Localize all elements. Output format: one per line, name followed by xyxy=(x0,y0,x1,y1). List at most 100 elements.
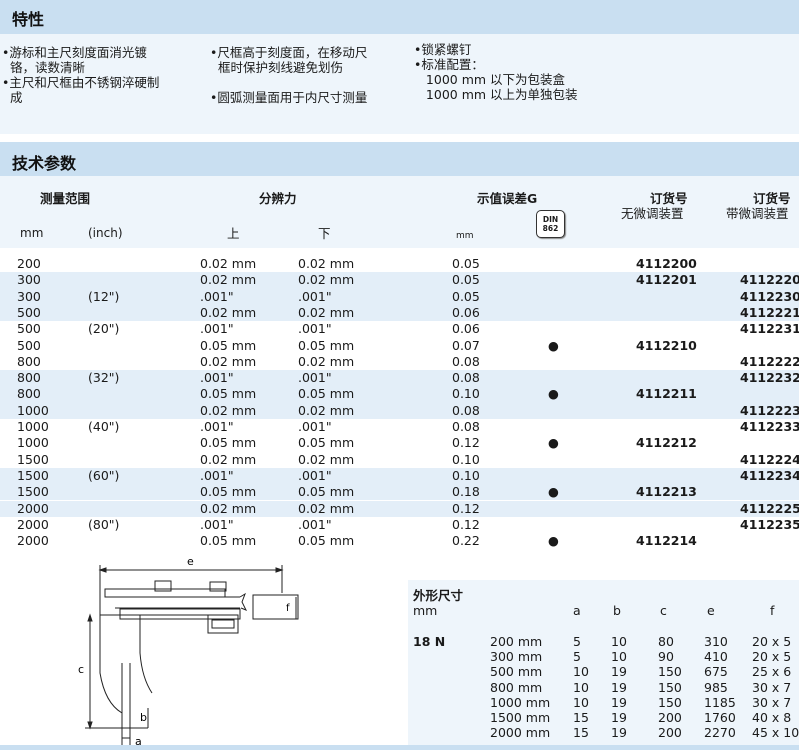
cell-down: 0.02 mm xyxy=(298,272,355,288)
dim-cell-b: 19 xyxy=(611,710,627,725)
table-row: 2000 0.02 mm 0.02 mm 0.12 4112225 xyxy=(0,500,799,517)
cell-o1: 4112213 xyxy=(636,484,697,500)
cell-o2: 4112230 xyxy=(740,288,799,304)
din-badge: DIN 862 xyxy=(536,210,565,238)
cell-up: 0.05 mm xyxy=(200,484,257,500)
dim-cell-e: 410 xyxy=(704,649,728,665)
cell-up: 0.02 mm xyxy=(200,402,257,418)
dim-col-b: b xyxy=(613,603,621,618)
feature-line: •圆弧测量面用于内尺寸测量 xyxy=(210,90,368,105)
cell-range: 1000 xyxy=(17,402,49,418)
cell-range: 800 xyxy=(17,386,41,402)
cell-o2: 4112231 xyxy=(740,321,799,337)
din-line2: 862 xyxy=(542,224,559,233)
cell-range: 800 xyxy=(17,353,41,369)
dim-cell-c: 150 xyxy=(658,664,682,680)
cell-up: .001" xyxy=(200,370,234,386)
dim-cell-size: 200 mm xyxy=(490,634,543,649)
feature-line: •游标和主尺刻度面消光镀 xyxy=(2,45,147,60)
features-band: 特性 xyxy=(0,0,799,34)
specs-band: 技术参数 xyxy=(0,142,799,176)
dim-cell-a: 10 xyxy=(573,679,589,695)
dim-cell-size: 300 mm xyxy=(490,649,543,665)
cell-o2: 4112224 xyxy=(740,451,799,467)
header-error-mm: mm xyxy=(456,231,474,241)
table-row: 200 0.02 mm 0.02 mm 0.05 4112200 xyxy=(0,256,799,272)
cell-dot: ● xyxy=(548,386,559,402)
features-col3: •锁紧螺钉 •标准配置： 1000 mm 以下为包装盒 1000 mm 以上为单… xyxy=(414,42,578,102)
cell-inch: (32") xyxy=(88,370,120,386)
cell-dot: ● xyxy=(548,484,559,500)
header-order-with-adjust: 订货号 xyxy=(753,191,791,206)
feature-line: •主尺和尺框由不锈钢淬硬制 xyxy=(2,75,160,90)
cell-g: 0.06 xyxy=(452,304,480,320)
feature-line xyxy=(210,75,367,90)
dim-cell-size: 2000 mm xyxy=(490,725,551,741)
cell-range: 1500 xyxy=(17,467,49,483)
dim-row: 200 mm 5 10 80 310 20 x 5 xyxy=(408,634,799,649)
dim-col-a: a xyxy=(573,603,581,618)
cell-down: .001" xyxy=(298,419,332,434)
dim-cell-e: 1760 xyxy=(704,710,736,725)
cell-dot: ● xyxy=(548,435,559,451)
cell-range: 500 xyxy=(17,304,41,320)
dim-row: 1500 mm 15 19 200 1760 40 x 8 xyxy=(408,710,799,725)
cell-down: 0.02 mm xyxy=(298,500,355,516)
dim-cell-size: 1500 mm xyxy=(490,710,551,725)
header-error: 示值误差G xyxy=(477,191,538,206)
cell-range: 1500 xyxy=(17,484,49,500)
dim-row: 300 mm 5 10 90 410 20 x 5 xyxy=(408,649,799,664)
cell-g: 0.12 xyxy=(452,516,480,532)
cell-down: 0.05 mm xyxy=(298,484,355,500)
dim-cell-b: 19 xyxy=(611,694,627,710)
dim-cell-f: 20 x 5 xyxy=(752,634,792,649)
cell-g: 0.10 xyxy=(452,451,480,467)
cell-dot: ● xyxy=(548,533,559,549)
cell-up: 0.02 mm xyxy=(200,272,257,288)
cell-g: 0.18 xyxy=(452,484,480,500)
dim-cell-a: 10 xyxy=(573,664,589,680)
dim-cell-b: 10 xyxy=(611,634,627,649)
cell-inch: (20") xyxy=(88,321,120,337)
table-row: 500 (20") .001" .001" 0.06 4112231 xyxy=(0,321,799,337)
cell-up: .001" xyxy=(200,419,234,434)
cell-down: 0.02 mm xyxy=(298,451,355,467)
cell-dot: ● xyxy=(548,337,559,353)
cell-up: .001" xyxy=(200,288,234,304)
dim-cell-c: 90 xyxy=(658,649,674,665)
features-col2: •尺框高于刻度面，在移动尺 框时保护刻线避免划伤 •圆弧测量面用于内尺寸测量 xyxy=(210,45,367,105)
dim-cell-f: 30 x 7 xyxy=(752,694,792,710)
dim-cell-e: 310 xyxy=(704,634,728,649)
table-row: 500 0.05 mm 0.05 mm 0.07 ● 4112210 xyxy=(0,338,799,354)
feature-line: 框时保护刻线避免划伤 xyxy=(210,60,343,75)
table-row: 800 (32") .001" .001" 0.08 4112232 xyxy=(0,370,799,387)
cell-g: 0.08 xyxy=(452,419,480,434)
cell-up: 0.02 mm xyxy=(200,353,257,369)
cell-down: 0.05 mm xyxy=(298,533,355,549)
drawing-label-e: e xyxy=(187,555,194,568)
table-row: 1000 0.05 mm 0.05 mm 0.12 ● 4112212 xyxy=(0,435,799,451)
cell-down: .001" xyxy=(298,321,332,337)
table-row: 2000 (80") .001" .001" 0.12 4112235 xyxy=(0,517,799,533)
table-row: 500 0.02 mm 0.02 mm 0.06 4112221 xyxy=(0,304,799,322)
table-row: 800 0.02 mm 0.02 mm 0.08 4112222 xyxy=(0,354,799,370)
table-row: 1500 0.05 mm 0.05 mm 0.18 ● 4112213 xyxy=(0,484,799,501)
cell-down: 0.02 mm xyxy=(298,402,355,418)
dim-cell-f: 40 x 8 xyxy=(752,710,792,725)
cell-up: .001" xyxy=(200,467,234,483)
cell-up: .001" xyxy=(200,516,234,532)
features-col1: •游标和主尺刻度面消光镀 铬，读数清晰 •主尺和尺框由不锈钢淬硬制 成 xyxy=(2,45,159,105)
cell-o2: 4112233 xyxy=(740,419,799,434)
table-row: 1500 (60") .001" .001" 0.10 4112234 xyxy=(0,467,799,485)
cell-o2: 4112234 xyxy=(740,467,799,483)
header-order-no-adjust: 订货号 xyxy=(650,191,688,206)
dim-cell-a: 15 xyxy=(573,725,589,741)
dim-row: 2000 mm 15 19 200 2270 45 x 10 xyxy=(408,725,799,740)
dim-row: 1000 mm 10 19 150 1185 30 x 7 xyxy=(408,695,799,710)
cell-o1: 4112211 xyxy=(636,386,697,402)
feature-line: 1000 mm 以上为单独包装 xyxy=(414,87,578,102)
dimensions-title: 外形尺寸 xyxy=(413,588,464,603)
cell-o2: 4112225 xyxy=(740,500,799,516)
feature-line: •尺框高于刻度面，在移动尺 xyxy=(210,45,368,60)
cell-o2: 4112235 xyxy=(740,516,799,532)
